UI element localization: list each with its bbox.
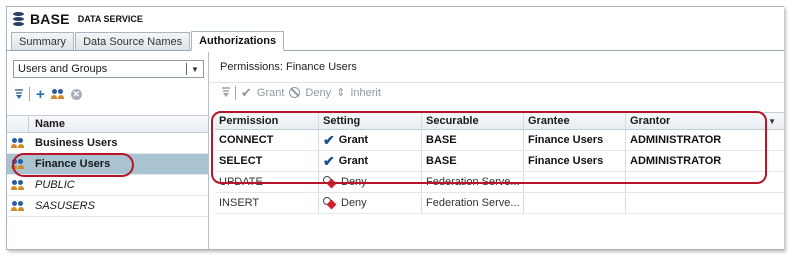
- column-header-setting[interactable]: Setting: [319, 113, 422, 129]
- deny-icon: [323, 197, 337, 210]
- list-item-business-users[interactable]: Business Users: [7, 133, 208, 154]
- group-icon: [11, 158, 25, 170]
- list-item-label: PUBLIC: [35, 179, 75, 191]
- window: BASE DATA SERVICE Summary Data Source Na…: [6, 6, 784, 250]
- grantor-cell: [626, 193, 784, 213]
- setting-cell[interactable]: ✔ Grant: [319, 130, 422, 150]
- list-item-label: Finance Users: [35, 158, 111, 170]
- add-icon[interactable]: +: [36, 87, 45, 102]
- setting-cell[interactable]: Deny: [319, 193, 422, 213]
- grant-button[interactable]: Grant: [257, 87, 285, 99]
- column-header-name[interactable]: Name: [29, 118, 65, 130]
- list-item-label: Business Users: [35, 137, 118, 149]
- title-bar: BASE DATA SERVICE: [7, 7, 784, 31]
- grantee-cell: Finance Users: [524, 151, 626, 171]
- page-subtitle: DATA SERVICE: [77, 14, 143, 24]
- permissions-toolbar: ✔ Grant Deny ⇕ Inherit: [210, 82, 784, 102]
- list-item-finance-users[interactable]: Finance Users: [7, 154, 208, 175]
- permissions-table: Permission Setting Securable Grantee Gra…: [215, 112, 784, 214]
- group-icon: [11, 200, 25, 212]
- group-icon: [11, 137, 25, 149]
- table-row[interactable]: CONNECT ✔ Grant BASE Finance Users ADMIN…: [215, 130, 784, 151]
- dropdown-arrow-icon[interactable]: ▼: [187, 65, 203, 74]
- securable-cell: BASE: [422, 130, 524, 150]
- check-icon: ✔: [323, 131, 335, 148]
- permissions-panel: Permissions: Finance Users ✔ Grant Deny …: [210, 52, 784, 249]
- check-icon: ✔: [323, 152, 335, 169]
- remove-icon[interactable]: ✕: [70, 88, 82, 100]
- deny-icon: [323, 176, 337, 189]
- grantor-cell: ADMINISTRATOR: [630, 134, 722, 146]
- column-header-securable[interactable]: Securable: [422, 113, 524, 129]
- column-header-grantee[interactable]: Grantee: [524, 113, 626, 129]
- filter-icon[interactable]: [15, 88, 23, 100]
- table-row[interactable]: UPDATE Deny Federation Serve...: [215, 172, 784, 193]
- list-item-sasusers[interactable]: SASUSERS: [7, 196, 208, 217]
- permissions-title: Permissions: Finance Users: [220, 61, 357, 73]
- grantor-cell: ADMINISTRATOR: [630, 155, 722, 167]
- database-icon: [13, 12, 24, 26]
- deny-icon: [289, 87, 301, 98]
- permission-cell: SELECT: [215, 151, 319, 171]
- group-icon: [11, 179, 25, 191]
- grantee-cell: Finance Users: [524, 130, 626, 150]
- tab-summary[interactable]: Summary: [11, 32, 75, 50]
- table-row[interactable]: INSERT Deny Federation Serve...: [215, 193, 784, 214]
- filter-icon[interactable]: [222, 87, 230, 98]
- grantee-cell: [524, 172, 626, 192]
- setting-cell[interactable]: Deny: [319, 172, 422, 192]
- tab-bar: Summary Data Source Names Authorizations: [7, 31, 784, 51]
- permission-cell: INSERT: [215, 193, 319, 213]
- column-header-permission[interactable]: Permission: [215, 113, 319, 129]
- setting-cell[interactable]: ✔ Grant: [319, 151, 422, 171]
- permission-cell: CONNECT: [215, 130, 319, 150]
- deny-button[interactable]: Deny: [305, 87, 331, 99]
- column-header-grantor[interactable]: Grantor ▼: [626, 113, 784, 129]
- list-item-public[interactable]: PUBLIC: [7, 175, 208, 196]
- add-group-icon[interactable]: [50, 88, 65, 100]
- table-row[interactable]: SELECT ✔ Grant BASE Finance Users ADMINI…: [215, 151, 784, 172]
- users-groups-select-value: Users and Groups: [18, 63, 108, 75]
- grantee-cell: [524, 193, 626, 213]
- inherit-icon: ⇕: [336, 87, 346, 99]
- securable-cell: Federation Serve...: [422, 172, 524, 192]
- tab-authorizations[interactable]: Authorizations: [191, 31, 285, 51]
- users-groups-select[interactable]: Users and Groups ▼: [13, 60, 204, 78]
- securable-cell: BASE: [422, 151, 524, 171]
- inherit-button[interactable]: Inherit: [350, 87, 381, 99]
- grant-check-icon: ✔: [241, 84, 252, 100]
- sort-arrow-icon[interactable]: ▼: [768, 117, 776, 126]
- list-item-label: SASUSERS: [35, 200, 95, 212]
- users-groups-panel: Users and Groups ▼ + ✕ Name Business Use…: [7, 52, 209, 249]
- table-header: Name: [7, 115, 208, 133]
- permission-cell: UPDATE: [215, 172, 319, 192]
- tab-data-source-names[interactable]: Data Source Names: [75, 32, 191, 50]
- users-groups-table: Name Business Users Finance Users PUBLIC…: [7, 115, 208, 217]
- table-header: Permission Setting Securable Grantee Gra…: [215, 112, 784, 130]
- left-toolbar: + ✕: [7, 84, 208, 104]
- page-title: BASE: [30, 11, 70, 27]
- grantor-cell: [626, 172, 784, 192]
- securable-cell: Federation Serve...: [422, 193, 524, 213]
